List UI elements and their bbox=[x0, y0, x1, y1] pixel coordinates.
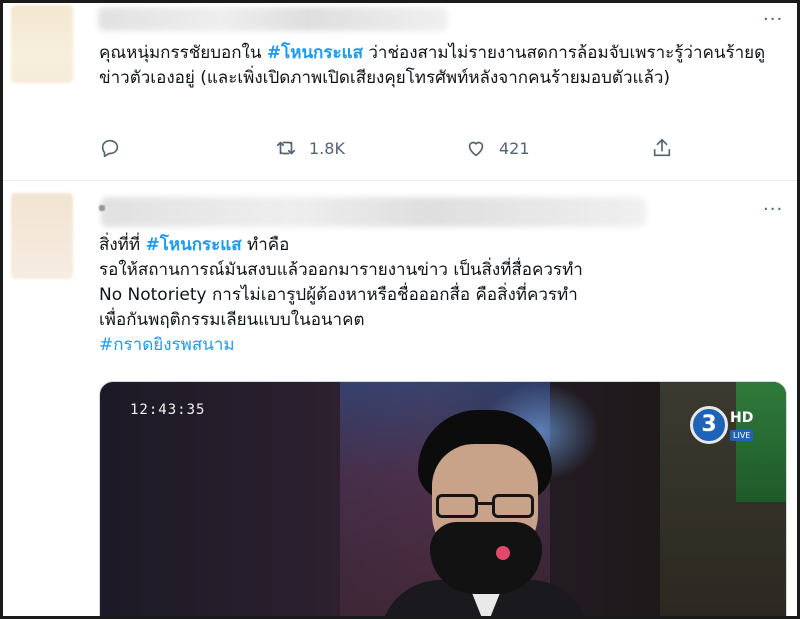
reply-icon bbox=[101, 139, 119, 158]
like-button[interactable]: 421 bbox=[465, 137, 530, 159]
blurred-username[interactable] bbox=[98, 7, 448, 31]
tweet[interactable]: ··· สิ่งที่ที่ #โหนกระแส ทำคือ รอให้สถาน… bbox=[3, 181, 797, 616]
more-options-icon[interactable]: ··· bbox=[763, 199, 783, 220]
more-options-icon[interactable]: ··· bbox=[763, 9, 783, 30]
tweet-line: เพื่อกันพฤติกรรมเลียนแบบในอนาคต bbox=[99, 310, 365, 330]
tweet-actions: 1.8K 421 bbox=[99, 137, 689, 165]
channel-hd-label: HD bbox=[730, 410, 754, 426]
like-count: 421 bbox=[499, 138, 530, 158]
face-mask bbox=[430, 522, 542, 594]
hashtag-link[interactable]: #โหนกระแส bbox=[146, 235, 242, 255]
video-timecode: 12:43:35 bbox=[130, 402, 206, 418]
retweet-button[interactable]: 1.8K bbox=[275, 137, 345, 159]
share-button[interactable] bbox=[651, 137, 673, 159]
blurred-handle-mark bbox=[99, 205, 105, 211]
heart-icon bbox=[468, 141, 484, 157]
hashtag-link[interactable]: #กราดยิงรพสนาม bbox=[99, 333, 759, 358]
glasses-icon bbox=[436, 494, 536, 522]
hashtag-link[interactable]: #โหนกระแส bbox=[267, 43, 363, 63]
share-icon bbox=[653, 138, 671, 157]
tweet[interactable]: ··· คุณหนุ่มกรรชัยบอกใน #โหนกระแส ว่าช่อ… bbox=[3, 3, 797, 180]
channel-logo: 3 HD LIVE bbox=[690, 406, 754, 446]
tweet-text-part: สิ่งที่ที่ bbox=[99, 235, 146, 255]
tweet-media-video[interactable]: 12:43:35 3 HD LIVE bbox=[99, 381, 787, 616]
blurred-username[interactable] bbox=[101, 197, 646, 227]
channel-number: 3 bbox=[690, 406, 728, 444]
tweet-text: คุณหนุ่มกรรชัยบอกใน #โหนกระแส ว่าช่องสาม… bbox=[99, 41, 769, 91]
tweet-line: รอให้สถานการณ์มันสงบแล้วออกมารายงานข่าว … bbox=[99, 260, 583, 280]
retweet-icon bbox=[276, 141, 296, 155]
tweet-text: สิ่งที่ที่ #โหนกระแส ทำคือ รอให้สถานการณ… bbox=[99, 233, 759, 358]
reply-button[interactable] bbox=[99, 137, 121, 159]
avatar[interactable] bbox=[11, 5, 73, 83]
avatar[interactable] bbox=[11, 193, 73, 279]
presenter-figure bbox=[380, 410, 590, 616]
channel-live-badge: LIVE bbox=[730, 430, 754, 441]
tweet-text-part: คุณหนุ่มกรรชัยบอกใน bbox=[99, 43, 267, 63]
retweet-count: 1.8K bbox=[309, 138, 345, 158]
tweet-line: No Notoriety การไม่เอารูปผู้ต้องหาหรือชื… bbox=[99, 285, 578, 305]
tweet-line: สิ่งที่ที่ #โหนกระแส ทำคือ bbox=[99, 233, 759, 258]
screenshot-frame: ··· คุณหนุ่มกรรชัยบอกใน #โหนกระแส ว่าช่อ… bbox=[0, 0, 800, 619]
tweet-text-part: ทำคือ bbox=[241, 235, 290, 255]
